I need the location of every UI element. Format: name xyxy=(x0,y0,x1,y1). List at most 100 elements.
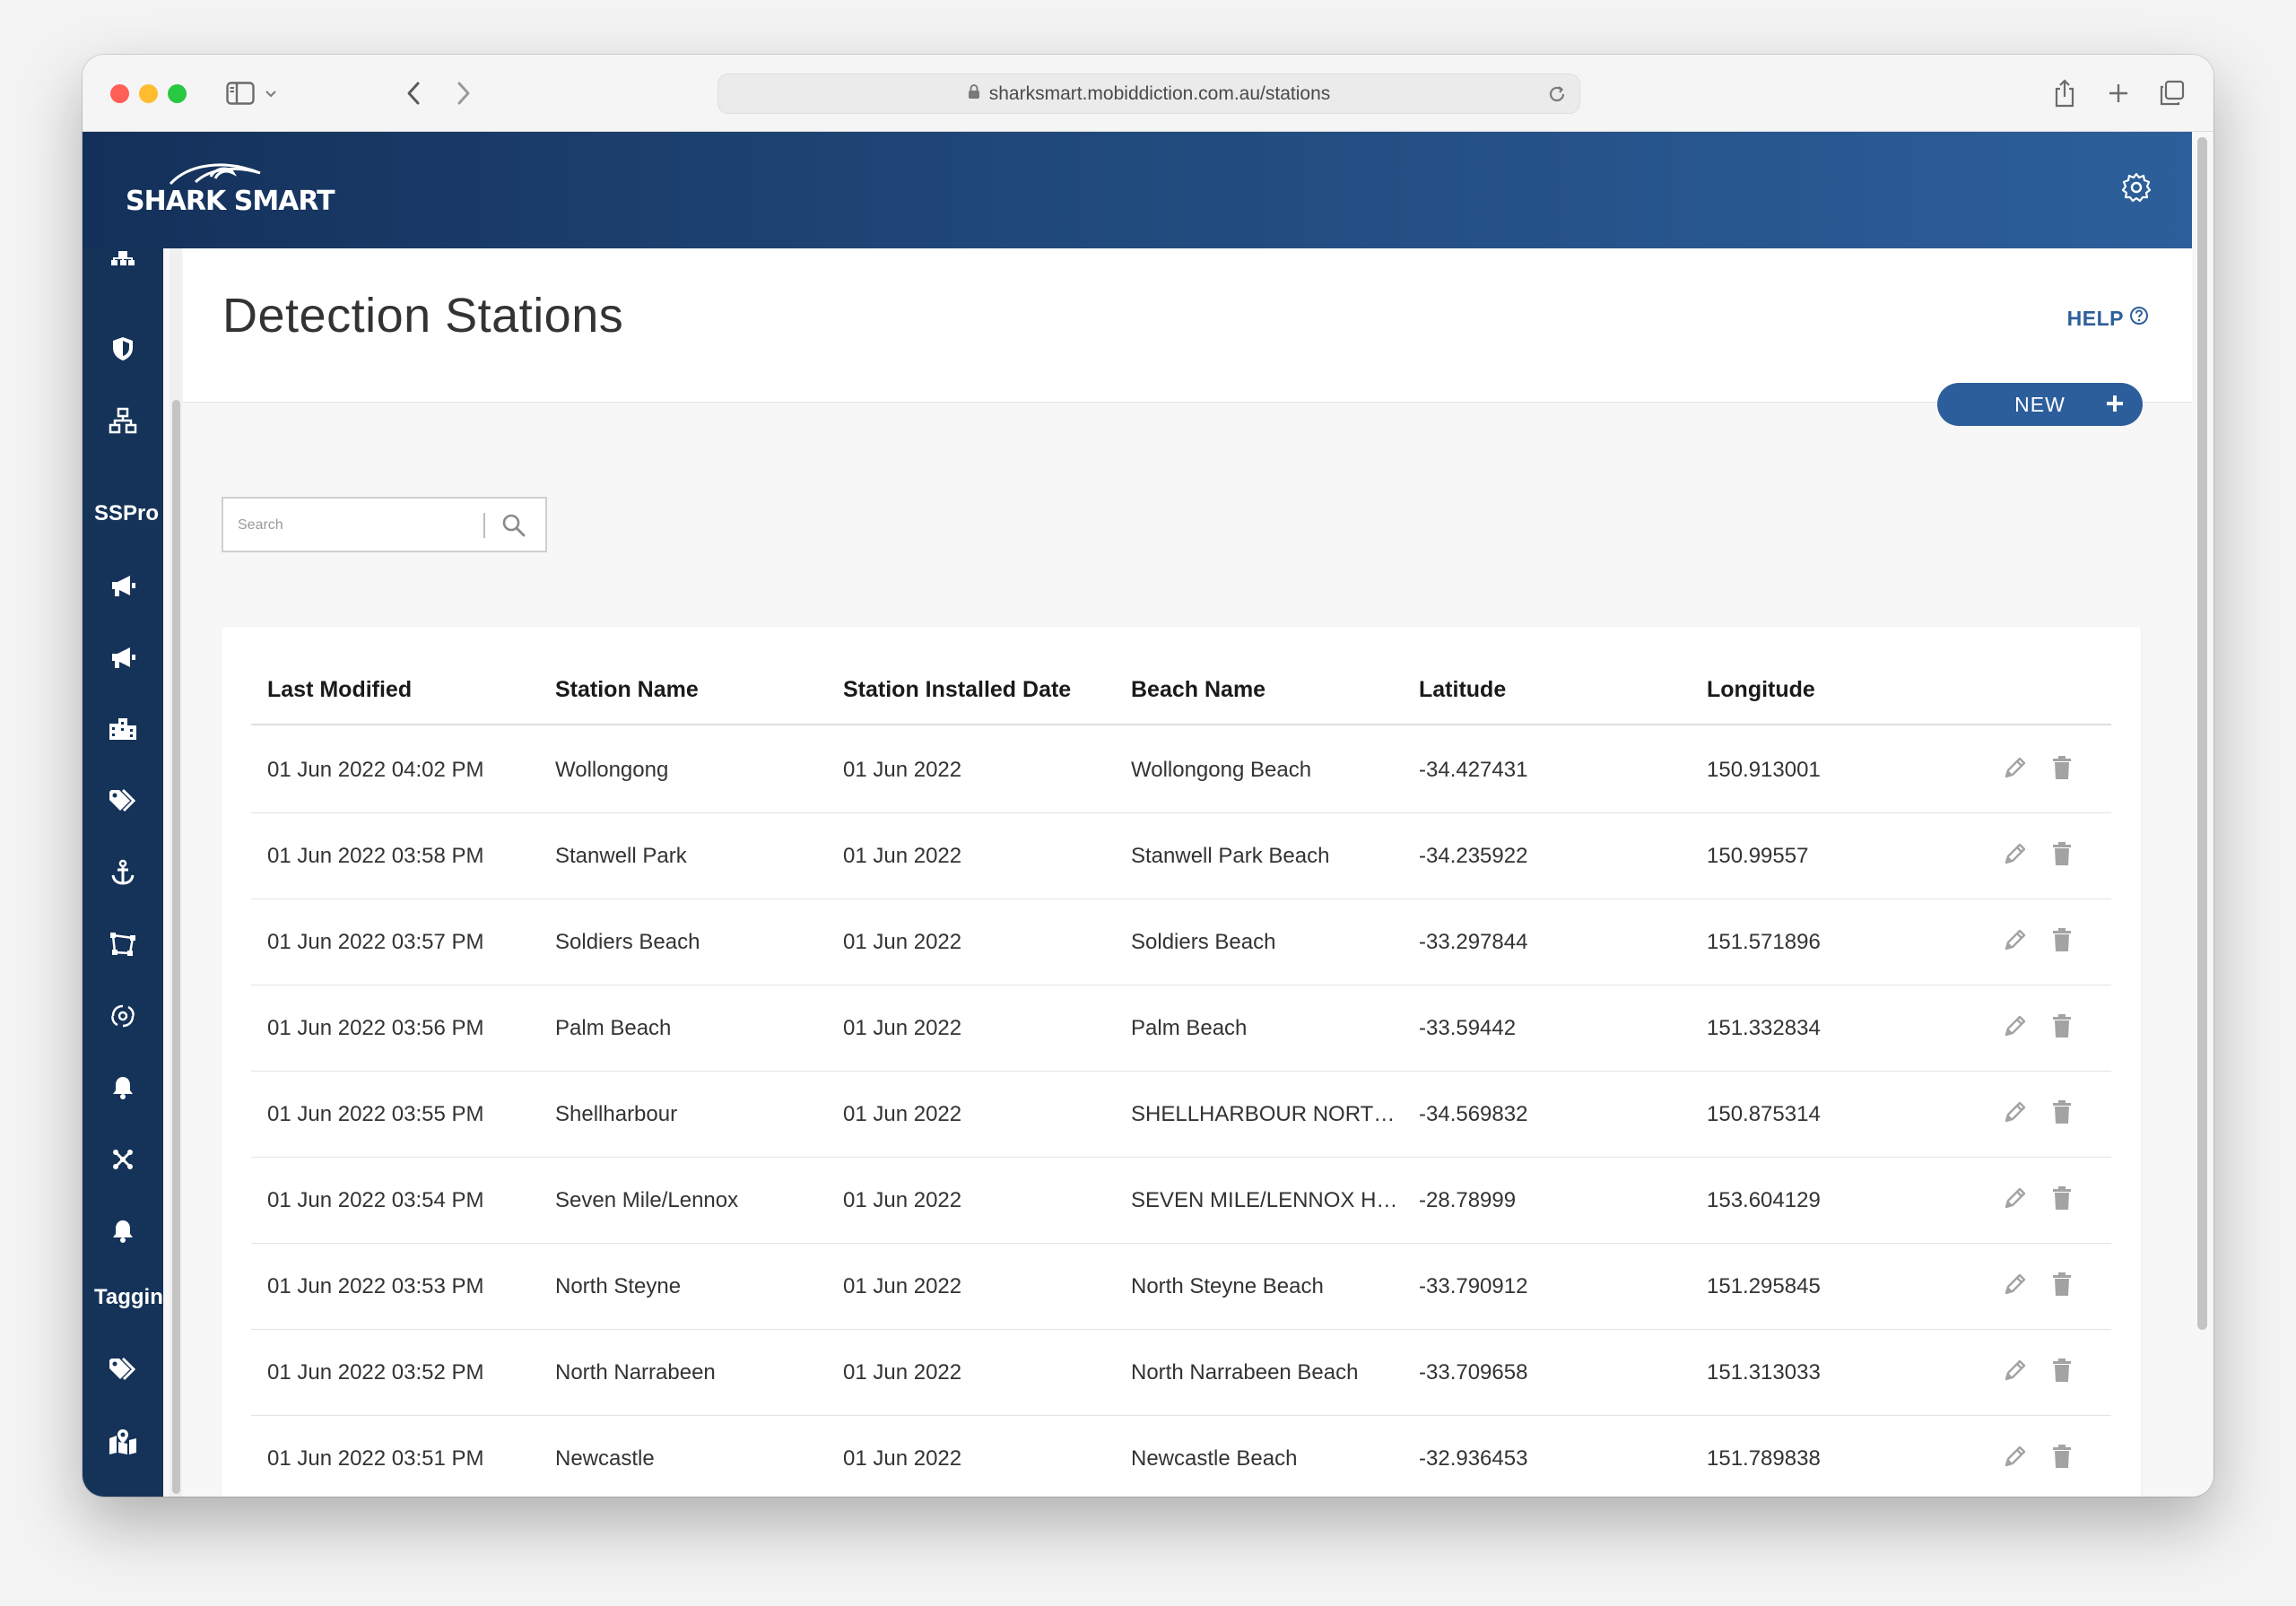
edit-pencil-icon[interactable] xyxy=(2002,926,2029,958)
table-row[interactable]: 01 Jun 2022 03:54 PM Seven Mile/Lennox 01 … xyxy=(251,1158,2111,1244)
sidebar-item-map[interactable] xyxy=(83,1421,163,1464)
new-station-button[interactable]: NEW xyxy=(1937,383,2143,426)
delete-trash-icon[interactable] xyxy=(2050,1012,2074,1044)
cell-beach-name: SEVEN MILE/LENNOX H… xyxy=(1131,1188,1398,1212)
address-bar[interactable]: sharksmart.mobiddiction.com.au/stations xyxy=(718,74,1580,114)
delete-trash-icon[interactable] xyxy=(2050,840,2074,872)
search-separator xyxy=(483,513,485,538)
sidebar-section-sspro[interactable]: SSPro xyxy=(94,501,159,526)
sidebar-item-drones[interactable] xyxy=(83,1140,163,1183)
search-icon[interactable] xyxy=(501,513,526,543)
delete-trash-icon[interactable] xyxy=(2050,1185,2074,1216)
sidebar-item-alerts[interactable] xyxy=(83,638,163,681)
tab-overview-icon[interactable] xyxy=(2154,74,2190,112)
reload-icon[interactable] xyxy=(1545,82,1569,110)
table-row[interactable]: 01 Jun 2022 03:51 PM Newcastle 01 Jun 2022… xyxy=(251,1416,2111,1497)
table-row[interactable]: 01 Jun 2022 03:58 PM Stanwell Park 01 Jun … xyxy=(251,813,2111,899)
cell-last-modified: 01 Jun 2022 03:53 PM xyxy=(267,1274,484,1298)
cell-latitude: -34.427431 xyxy=(1419,758,1528,782)
maximize-window-button[interactable] xyxy=(168,84,187,103)
sidebar-toggle-icon[interactable] xyxy=(222,74,258,112)
cell-station-name: Palm Beach xyxy=(555,1016,672,1040)
sidebar-scrollbar[interactable] xyxy=(172,400,180,1494)
cell-station-name: Stanwell Park xyxy=(555,844,687,868)
forward-icon[interactable] xyxy=(450,74,477,112)
cell-longitude: 151.332834 xyxy=(1707,1016,1821,1040)
search-input[interactable] xyxy=(236,513,487,538)
minimize-window-button[interactable] xyxy=(139,84,158,103)
sidebar-section-tagging[interactable]: Tagging xyxy=(94,1285,163,1310)
delete-trash-icon[interactable] xyxy=(2050,1443,2074,1474)
sidebar-item-weather[interactable] xyxy=(83,996,163,1039)
column-header-latitude[interactable]: Latitude xyxy=(1419,677,1506,703)
sidebar-item-anchor[interactable] xyxy=(83,853,163,896)
sidebar-item-notifications[interactable] xyxy=(83,1068,163,1111)
cell-installed-date: 01 Jun 2022 xyxy=(843,1016,962,1040)
sidebar-item-location[interactable] xyxy=(83,1493,163,1497)
settings-gear-icon[interactable] xyxy=(2120,171,2152,208)
cell-longitude: 151.789838 xyxy=(1707,1446,1821,1471)
column-header-last-modified[interactable]: Last Modified xyxy=(267,677,412,703)
draw-polygon-icon xyxy=(109,931,137,962)
table-row[interactable]: 01 Jun 2022 04:02 PM Wollongong 01 Jun 202… xyxy=(251,727,2111,813)
table-row[interactable]: 01 Jun 2022 03:55 PM Shellharbour 01 Jun 2… xyxy=(251,1072,2111,1158)
sidebar-item-buildings[interactable] xyxy=(83,709,163,752)
cell-last-modified: 01 Jun 2022 03:58 PM xyxy=(267,844,484,868)
cell-installed-date: 01 Jun 2022 xyxy=(843,1446,962,1471)
close-window-button[interactable] xyxy=(110,84,129,103)
edit-pencil-icon[interactable] xyxy=(2002,1357,2029,1388)
column-header-station-name[interactable]: Station Name xyxy=(555,677,699,703)
bell-icon xyxy=(111,1075,135,1105)
plus-icon xyxy=(2103,392,2126,421)
megaphone-icon xyxy=(109,573,137,603)
delete-trash-icon[interactable] xyxy=(2050,1098,2074,1130)
edit-pencil-icon[interactable] xyxy=(2002,1271,2029,1302)
search-box xyxy=(222,497,547,552)
page-scrollbar[interactable] xyxy=(2197,137,2207,1330)
sidebar-item-sitemap[interactable] xyxy=(83,248,163,279)
edit-pencil-icon[interactable] xyxy=(2002,1098,2029,1130)
tags-icon xyxy=(108,1357,138,1386)
delete-trash-icon[interactable] xyxy=(2050,1357,2074,1388)
column-header-installed-date[interactable]: Station Installed Date xyxy=(843,677,1071,703)
edit-pencil-icon[interactable] xyxy=(2002,840,2029,872)
share-icon[interactable] xyxy=(2047,74,2083,112)
chevron-down-icon[interactable] xyxy=(262,74,280,112)
browser-titlebar: sharksmart.mobiddiction.com.au/stations xyxy=(83,55,2213,132)
edit-pencil-icon[interactable] xyxy=(2002,1443,2029,1474)
table-row[interactable]: 01 Jun 2022 03:52 PM North Narrabeen 01 Ju… xyxy=(251,1330,2111,1416)
table-row[interactable]: 01 Jun 2022 03:56 PM Palm Beach 01 Jun 202… xyxy=(251,985,2111,1072)
question-circle-icon xyxy=(2129,306,2149,331)
app-header: SHARK SMART xyxy=(83,132,2192,248)
edit-pencil-icon[interactable] xyxy=(2002,1185,2029,1216)
delete-trash-icon[interactable] xyxy=(2050,754,2074,786)
main-content: Detection Stations HELP NEW Last Mo xyxy=(183,248,2192,1497)
edit-pencil-icon[interactable] xyxy=(2002,1012,2029,1044)
cell-beach-name: SHELLHARBOUR NORT… xyxy=(1131,1102,1396,1126)
sidebar-item-tags[interactable] xyxy=(83,781,163,824)
column-header-longitude[interactable]: Longitude xyxy=(1707,677,1815,703)
table-row[interactable]: 01 Jun 2022 03:53 PM North Steyne 01 Jun 2… xyxy=(251,1244,2111,1330)
table-row[interactable]: 01 Jun 2022 03:57 PM Soldiers Beach 01 Jun… xyxy=(251,899,2111,985)
new-button-label: NEW xyxy=(2014,392,2066,416)
cell-latitude: -33.790912 xyxy=(1419,1274,1528,1298)
edit-pencil-icon[interactable] xyxy=(2002,754,2029,786)
back-icon[interactable] xyxy=(400,74,427,112)
hurricane-icon xyxy=(109,1003,136,1034)
delete-trash-icon[interactable] xyxy=(2050,926,2074,958)
cell-longitude: 151.571896 xyxy=(1707,930,1821,954)
cell-longitude: 151.295845 xyxy=(1707,1274,1821,1298)
cell-latitude: -34.569832 xyxy=(1419,1102,1528,1126)
sidebar-item-tagging-tags[interactable] xyxy=(83,1350,163,1393)
map-marked-icon xyxy=(108,1428,138,1459)
help-link[interactable]: HELP xyxy=(2067,306,2149,331)
new-tab-icon[interactable] xyxy=(2100,74,2136,112)
sidebar-item-alarms[interactable] xyxy=(83,1211,163,1254)
column-header-beach-name[interactable]: Beach Name xyxy=(1131,677,1265,703)
sidebar-item-network[interactable] xyxy=(83,401,163,444)
cell-last-modified: 01 Jun 2022 03:51 PM xyxy=(267,1446,484,1471)
sidebar-item-shield[interactable] xyxy=(83,329,163,372)
sidebar-item-announcements[interactable] xyxy=(83,566,163,609)
sidebar-item-geofence[interactable] xyxy=(83,925,163,968)
delete-trash-icon[interactable] xyxy=(2050,1271,2074,1302)
